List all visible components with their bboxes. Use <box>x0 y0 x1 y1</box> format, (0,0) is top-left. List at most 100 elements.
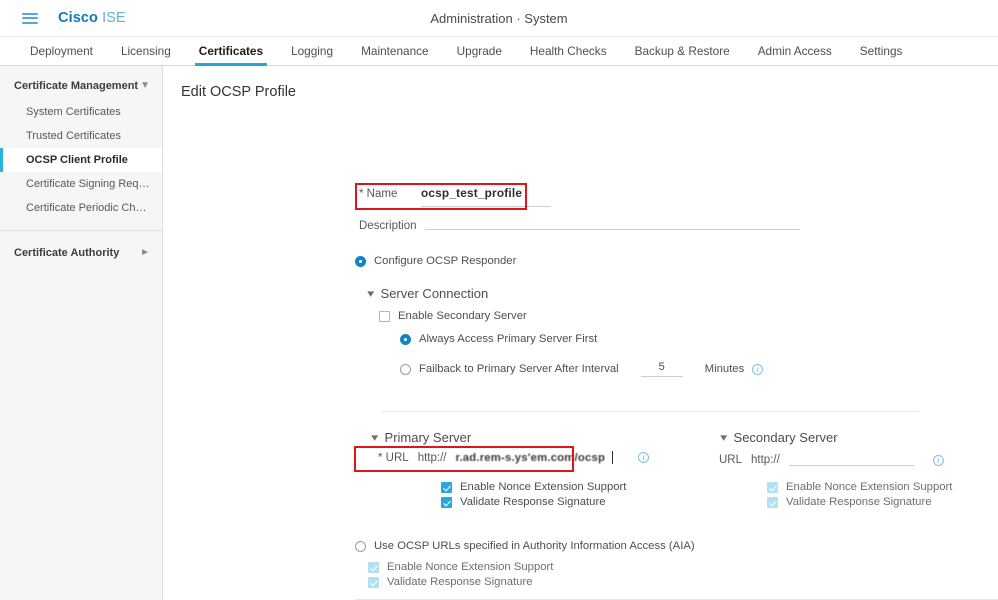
name-field-row: * Name ocsp_test_profile <box>359 186 522 200</box>
brand-primary: Cisco <box>58 10 98 26</box>
aia-options: Enable Nonce Extension Support Validate … <box>368 561 553 588</box>
sidebar-item-system-certificates[interactable]: System Certificates <box>0 100 162 124</box>
primary-url-scheme: http:// <box>417 451 447 464</box>
checkbox-secondary-validate-response[interactable] <box>767 496 778 508</box>
server-connection-heading[interactable]: ▾ Server Connection <box>367 286 489 301</box>
secondary-url-scheme: http:// <box>751 454 780 466</box>
radio-use-aia-urls[interactable] <box>355 540 366 552</box>
app-logo[interactable]: Cisco ISE <box>58 10 126 26</box>
primary-server-options: Enable Nonce Extension Support Validate … <box>441 481 626 508</box>
page-body: Certificate Management ▼ System Certific… <box>0 66 998 600</box>
checkbox-enable-secondary-server[interactable] <box>379 310 390 322</box>
primary-server-url-row: * URL http:// r.ad.rem-s.ys'em.com/ocsp … <box>378 451 650 464</box>
aia-nonce-option[interactable]: Enable Nonce Extension Support <box>368 561 553 573</box>
sidebar-item-trusted-certificates[interactable]: Trusted Certificates <box>0 124 162 148</box>
text-cursor <box>612 451 614 464</box>
top-bar: Cisco ISE Administration · System <box>0 0 998 37</box>
primary-url-input[interactable]: r.ad.rem-s.ys'em.com/ocsp <box>455 452 605 464</box>
name-input[interactable]: ocsp_test_profile <box>421 186 522 200</box>
brand-secondary: ISE <box>102 10 126 26</box>
description-field-row: Description <box>359 220 800 232</box>
secondary-nonce-option[interactable]: Enable Nonce Extension Support <box>767 481 952 493</box>
sidebar-group-label: Certificate Authority <box>14 247 120 259</box>
secondary-server-heading[interactable]: ▾ Secondary Server <box>720 430 838 445</box>
radio-configure-ocsp-responder[interactable] <box>355 255 366 267</box>
primary-validate-label: Validate Response Signature <box>460 496 606 508</box>
always-access-primary-label: Always Access Primary Server First <box>419 333 598 345</box>
failback-interval-input[interactable]: 5 <box>640 361 683 377</box>
tab-deployment[interactable]: Deployment <box>16 37 107 65</box>
sidebar-item-certificate-signing-requests[interactable]: Certificate Signing Requests <box>0 172 162 196</box>
radio-failback-to-primary[interactable] <box>400 363 411 375</box>
failback-label: Failback to Primary Server After Interva… <box>419 363 619 375</box>
page-title: Edit OCSP Profile <box>181 84 296 100</box>
secondary-validate-option[interactable]: Validate Response Signature <box>767 496 952 508</box>
secondary-url-label: URL <box>719 454 743 466</box>
primary-server-heading[interactable]: ▾ Primary Server <box>371 430 472 445</box>
hamburger-icon[interactable] <box>22 12 38 24</box>
primary-server-label: Primary Server <box>384 430 472 445</box>
sidebar-group-label: Certificate Management <box>14 80 139 92</box>
secondary-server-options: Enable Nonce Extension Support Validate … <box>767 481 952 508</box>
main-content: Edit OCSP Profile * Name ocsp_test_profi… <box>163 66 998 600</box>
primary-nonce-label: Enable Nonce Extension Support <box>460 481 627 493</box>
sidebar-item-certificate-periodic-check[interactable]: Certificate Periodic Check Se... <box>0 196 162 220</box>
secondary-validate-label: Validate Response Signature <box>786 496 932 508</box>
primary-url-label: * URL <box>378 451 409 464</box>
aia-validate-option[interactable]: Validate Response Signature <box>368 576 553 588</box>
aia-nonce-label: Enable Nonce Extension Support <box>387 561 554 573</box>
checkbox-primary-validate-response[interactable] <box>441 496 452 508</box>
name-label: * Name <box>359 188 398 200</box>
tab-upgrade[interactable]: Upgrade <box>443 37 516 65</box>
sidebar-group-certificate-management[interactable]: Certificate Management ▼ <box>0 72 162 100</box>
failback-unit-label: Minutes <box>704 363 745 375</box>
checkbox-secondary-enable-nonce[interactable] <box>767 481 778 493</box>
always-access-primary-option[interactable]: Always Access Primary Server First <box>400 333 597 345</box>
aia-validate-label: Validate Response Signature <box>387 576 533 588</box>
enable-secondary-server-label: Enable Secondary Server <box>398 310 527 322</box>
info-icon[interactable]: i <box>638 452 650 463</box>
name-input-underline <box>421 206 551 207</box>
secondary-server-label: Secondary Server <box>733 430 838 445</box>
chevron-down-icon: ▾ <box>367 288 375 300</box>
secondary-nonce-label: Enable Nonce Extension Support <box>786 481 953 493</box>
primary-validate-option[interactable]: Validate Response Signature <box>441 496 626 508</box>
enable-secondary-server-option[interactable]: Enable Secondary Server <box>379 310 527 322</box>
secondary-server-url-row: URL http:// i <box>719 451 944 466</box>
configure-ocsp-responder-label: Configure OCSP Responder <box>374 255 517 267</box>
tab-backup-restore[interactable]: Backup & Restore <box>621 37 744 65</box>
tab-certificates[interactable]: Certificates <box>185 37 277 66</box>
tab-licensing[interactable]: Licensing <box>107 37 185 65</box>
section-divider <box>381 411 919 412</box>
info-icon[interactable]: i <box>752 363 764 375</box>
checkbox-primary-enable-nonce[interactable] <box>441 481 452 493</box>
chevron-down-icon: ▼ <box>140 80 150 91</box>
tab-maintenance[interactable]: Maintenance <box>347 37 443 65</box>
tab-health-checks[interactable]: Health Checks <box>516 37 621 65</box>
checkbox-aia-enable-nonce[interactable] <box>368 561 379 573</box>
configure-ocsp-responder-option[interactable]: Configure OCSP Responder <box>355 255 516 267</box>
sidebar-group-certificate-authority[interactable]: Certificate Authority ► <box>0 239 162 267</box>
aia-option[interactable]: Use OCSP URLs specified in Authority Inf… <box>355 540 695 552</box>
sidebar-divider <box>0 230 162 231</box>
secondary-url-input[interactable] <box>788 451 914 466</box>
failback-option[interactable]: Failback to Primary Server After Interva… <box>400 361 764 377</box>
checkbox-aia-validate-response[interactable] <box>368 576 379 588</box>
description-label: Description <box>359 220 417 232</box>
aia-label: Use OCSP URLs specified in Authority Inf… <box>374 540 695 552</box>
radio-always-access-primary[interactable] <box>400 333 411 345</box>
sidebar: Certificate Management ▼ System Certific… <box>0 66 163 600</box>
primary-nonce-option[interactable]: Enable Nonce Extension Support <box>441 481 626 493</box>
chevron-right-icon: ► <box>140 247 150 258</box>
chevron-down-icon: ▾ <box>371 432 379 444</box>
nav-tabs: Deployment Licensing Certificates Loggin… <box>0 37 998 66</box>
chevron-down-icon: ▾ <box>720 432 728 444</box>
tab-admin-access[interactable]: Admin Access <box>744 37 846 65</box>
breadcrumb: Administration · System <box>430 10 568 26</box>
tab-settings[interactable]: Settings <box>846 37 917 65</box>
sidebar-item-ocsp-client-profile[interactable]: OCSP Client Profile <box>0 148 162 172</box>
tab-logging[interactable]: Logging <box>277 37 347 65</box>
info-icon[interactable]: i <box>932 455 944 466</box>
description-input[interactable] <box>425 229 800 230</box>
server-connection-label: Server Connection <box>380 286 489 301</box>
